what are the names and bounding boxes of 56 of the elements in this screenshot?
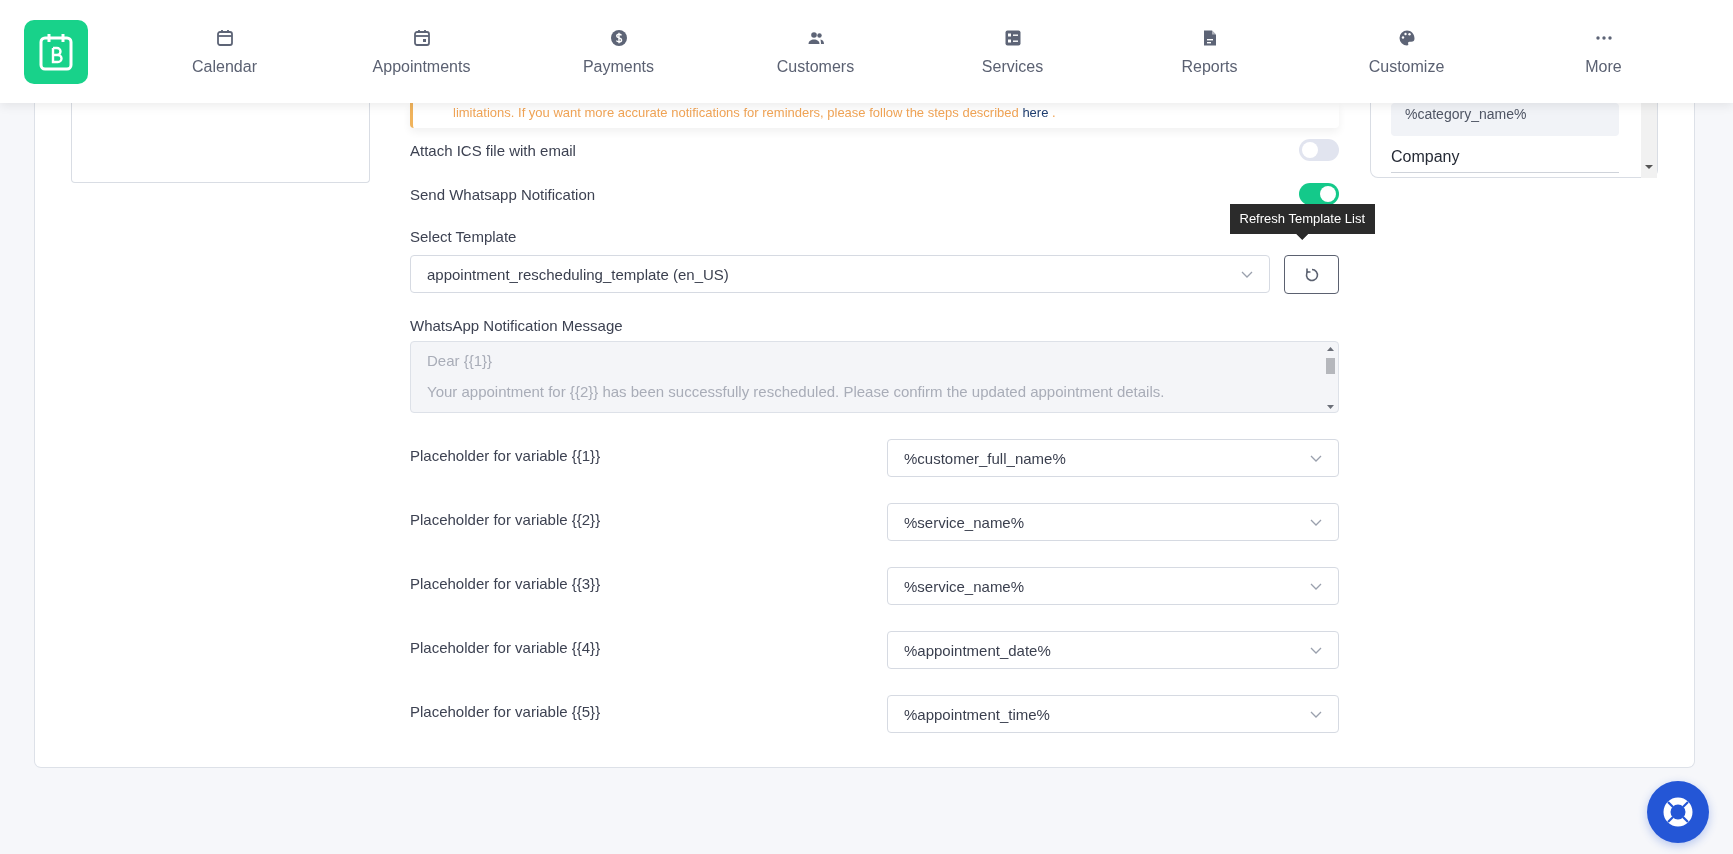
group-heading: Company — [1391, 148, 1619, 173]
more-icon — [1594, 34, 1613, 41]
field-label: Placeholder for variable {{4}} — [410, 638, 601, 656]
message-line: Your appointment for {{2}} has been successfully rescheduled. Please confirm the updated appointment details. — [427, 382, 1166, 402]
select-value: %appointment_date% — [904, 641, 1051, 659]
chevron-down-icon — [1310, 454, 1322, 462]
scrollbar[interactable] — [1325, 344, 1336, 412]
nav-tab[interactable]: Calendar — [126, 23, 323, 80]
field-label: Placeholder for variable {{2}} — [410, 510, 601, 528]
variable-select[interactable]: %appointment_date% — [887, 631, 1339, 669]
variable-select[interactable]: %appointment_time% — [887, 695, 1339, 733]
variable-select[interactable]: %service_name% — [887, 503, 1339, 541]
field-label: Select Template — [410, 227, 517, 245]
chevron-down-icon — [1310, 518, 1322, 526]
select-value: %service_name% — [904, 513, 1025, 531]
toggle-switch[interactable] — [1299, 183, 1339, 205]
chevron-down-icon — [1310, 646, 1322, 654]
variable-select[interactable]: %customer_full_name% — [887, 439, 1339, 477]
chevron-down-icon — [1310, 710, 1322, 718]
variable-select[interactable]: %service_name% — [887, 567, 1339, 605]
select-value: %appointment_time% — [904, 705, 1050, 723]
list-card-icon — [1003, 28, 1022, 47]
select-value: %service_name% — [904, 577, 1025, 595]
refresh-button[interactable] — [1284, 255, 1339, 294]
calendar-icon — [215, 28, 234, 47]
help-button[interactable] — [1647, 781, 1709, 843]
toggle-label: Send Whatsapp Notification — [410, 185, 596, 203]
chevron-down-icon — [1241, 270, 1253, 278]
notice-text: limitations. If you want more accurate notifications for reminders, please follow the steps described here . — [453, 105, 1056, 120]
calendar-icon — [412, 28, 431, 47]
nav-tab[interactable]: Payments — [520, 23, 717, 80]
select-value: %customer_full_name% — [904, 449, 1066, 467]
dollar-coin-icon — [609, 28, 628, 47]
field-label: Placeholder for variable {{5}} — [410, 702, 601, 720]
nav-tab[interactable]: Customers — [717, 23, 914, 80]
nav-tab[interactable]: Reports — [1111, 23, 1308, 80]
variable-chip[interactable]: %category_name% — [1391, 103, 1619, 136]
nav-tab[interactable]: Appointments — [323, 23, 520, 80]
refresh-icon — [1303, 266, 1320, 283]
tooltip: Refresh Template List — [1229, 204, 1375, 240]
nav-tab[interactable]: More — [1505, 23, 1702, 80]
field-label: Placeholder for variable {{1}} — [410, 446, 601, 464]
nav-tab[interactable]: Services — [914, 23, 1111, 80]
lifebuoy-icon — [1663, 797, 1693, 827]
field-label: WhatsApp Notification Message — [410, 317, 623, 334]
toggle-switch[interactable] — [1299, 139, 1339, 161]
scrollbar[interactable] — [1641, 103, 1657, 178]
chevron-down-icon — [1310, 582, 1322, 590]
nav-tab[interactable]: Customize — [1308, 23, 1505, 80]
field-label: Placeholder for variable {{3}} — [410, 574, 601, 592]
palette-icon — [1397, 28, 1416, 47]
message-line: Dear {{1}} — [427, 351, 494, 371]
toggle-label: Attach ICS file with email — [410, 141, 576, 159]
select-value: appointment_rescheduling_template (en_US) — [427, 265, 729, 283]
here-link[interactable]: here — [1022, 105, 1049, 120]
template-select[interactable]: appointment_rescheduling_template (en_US) — [410, 255, 1270, 293]
